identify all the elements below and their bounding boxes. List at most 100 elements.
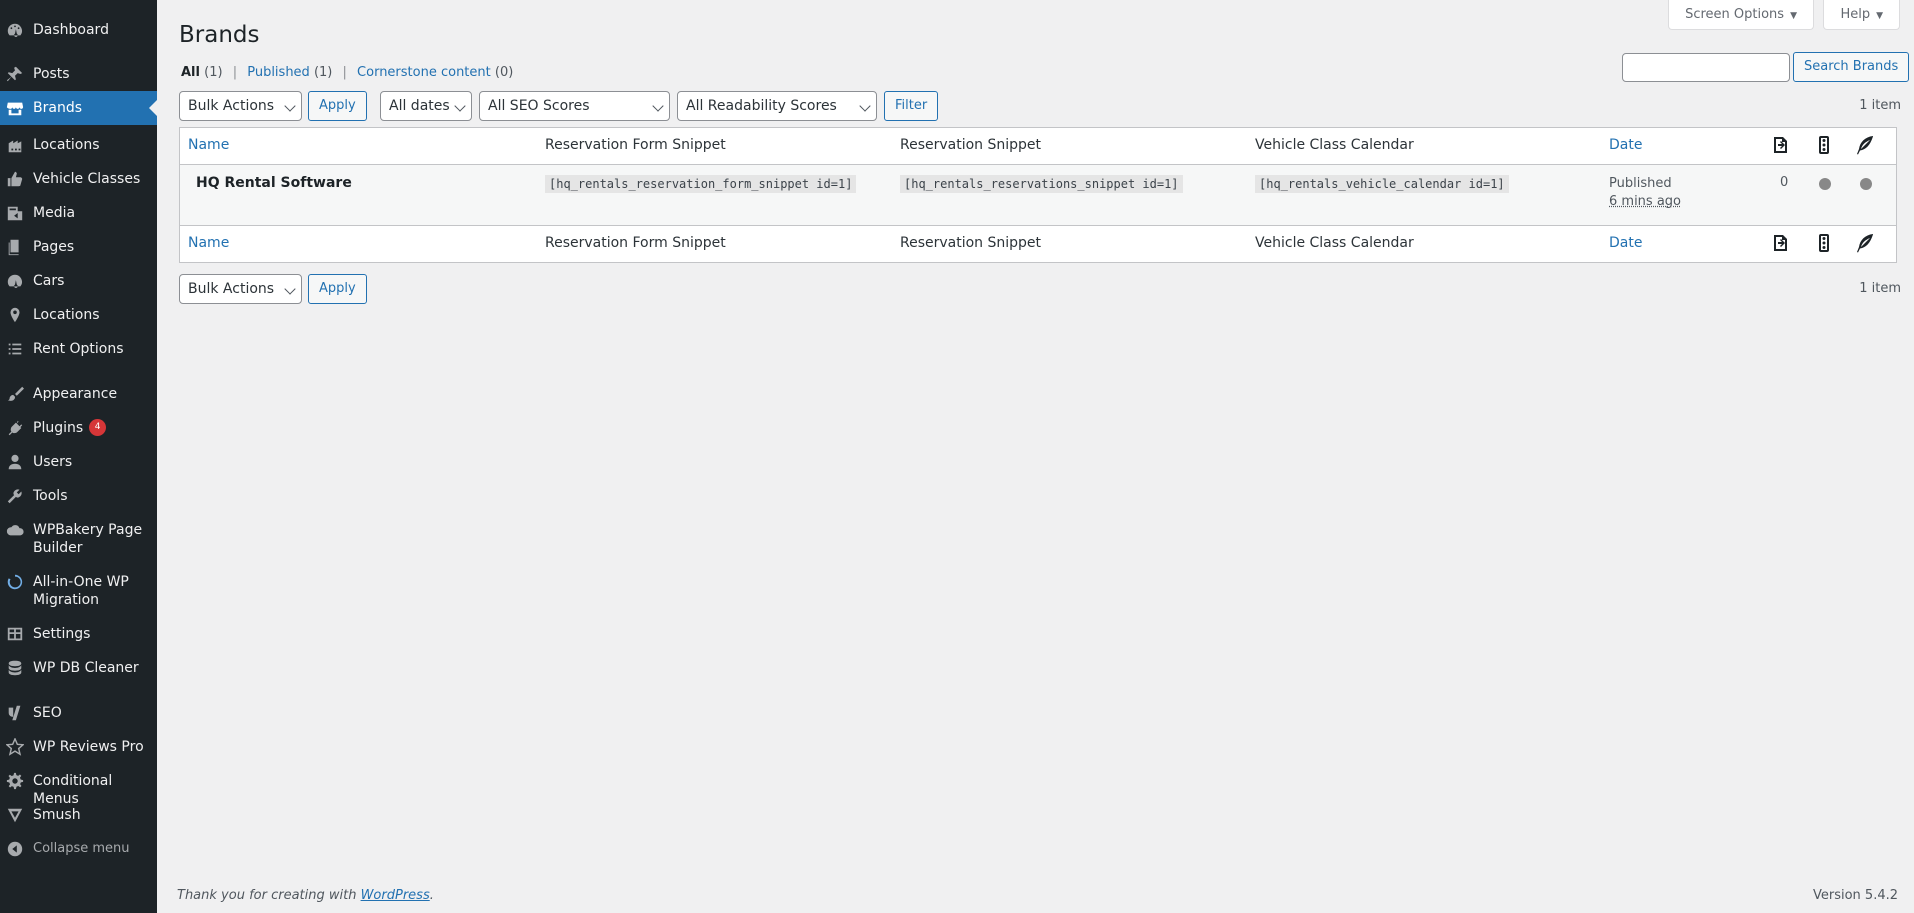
sidebar-item-label: Posts — [33, 66, 70, 82]
sidebar-item-label: Locations — [33, 137, 100, 153]
dashboard-icon — [6, 272, 24, 290]
wordpress-link[interactable]: WordPress — [361, 888, 430, 903]
reservation-shortcode: [hq_rentals_reservations_snippet id=1] — [900, 175, 1183, 193]
vehicle-calendar-shortcode: [hq_rentals_vehicle_calendar id=1] — [1255, 175, 1509, 193]
seo-score-icon[interactable] — [1814, 233, 1834, 257]
collapse-icon — [6, 840, 24, 858]
column-header-vehicle-class-calendar: Vehicle Class Calendar — [1255, 137, 1414, 153]
bulk-actions-select-bottom[interactable]: Bulk Actions — [179, 274, 302, 304]
post-status-views: All (1) | Published (1) | Cornerstone co… — [181, 65, 513, 80]
item-count: 1 item — [1859, 98, 1901, 113]
column-footer-reservation-form-snippet: Reservation Form Snippet — [545, 235, 726, 251]
screen-options-label: Screen Options — [1685, 7, 1785, 22]
apply-button[interactable]: Apply — [308, 91, 367, 121]
plug-icon — [6, 419, 24, 437]
readability-feather-icon[interactable] — [1855, 233, 1875, 257]
chevron-down-icon — [454, 100, 466, 112]
database-icon — [6, 659, 24, 677]
sidebar-item-label: SEO — [33, 705, 62, 721]
column-header-date[interactable]: Date — [1609, 137, 1642, 153]
settings-icon — [6, 625, 24, 643]
table-footer-row: Name Reservation Form Snippet Reservatio… — [180, 225, 1896, 262]
column-header-reservation-form-snippet: Reservation Form Snippet — [545, 137, 726, 153]
sidebar-item-label: Settings — [33, 626, 91, 642]
view-cornerstone-link[interactable]: Cornerstone content — [357, 65, 491, 80]
building-icon — [6, 136, 24, 154]
store-icon — [6, 99, 24, 117]
chevron-down-icon — [859, 100, 871, 112]
sidebar-item-label: Collapse menu — [33, 841, 130, 856]
view-all-link[interactable]: All — [181, 65, 200, 80]
column-footer-date[interactable]: Date — [1609, 235, 1642, 251]
seo-score-dot-icon — [1819, 178, 1831, 190]
dashboard-icon — [6, 21, 24, 39]
reservation-form-shortcode: [hq_rentals_reservation_form_snippet id=… — [545, 175, 857, 193]
view-all-count: (1) — [204, 65, 223, 80]
brands-table: Name Reservation Form Snippet Reservatio… — [179, 127, 1897, 263]
wrench-icon — [6, 487, 24, 505]
sidebar-item-label: WPBakery Page Builder — [33, 522, 143, 556]
location-pin-icon — [6, 306, 24, 324]
seo-score-value: All SEO Scores — [488, 98, 590, 114]
help-button[interactable]: Help ▼ — [1823, 0, 1900, 30]
sidebar-item-label: Plugins — [33, 420, 84, 436]
bulk-actions-select[interactable]: Bulk Actions — [179, 91, 302, 121]
sidebar-item-label: All-in-One WP Migration — [33, 574, 129, 608]
pages-icon — [6, 238, 24, 256]
search-brands-button[interactable]: Search Brands — [1793, 52, 1910, 82]
caret-down-icon: ▼ — [1790, 11, 1797, 21]
chevron-down-icon — [652, 100, 664, 112]
column-footer-reservation-snippet: Reservation Snippet — [900, 235, 1042, 251]
footer-thanks-text: Thank you for creating with — [177, 888, 361, 903]
brand-name-link[interactable]: HQ Rental Software — [196, 175, 352, 191]
view-published-count: (1) — [313, 65, 333, 80]
sidebar-item-label: Tools — [33, 488, 68, 504]
sidebar-item-label: Dashboard — [33, 22, 109, 38]
internal-links-count: 0 — [1780, 175, 1789, 190]
sidebar-item-label: Conditional Menus — [33, 773, 113, 807]
migration-icon — [6, 573, 24, 591]
view-cornerstone-count: (0) — [494, 65, 514, 80]
column-footer-name[interactable]: Name — [188, 235, 229, 251]
footer-version: Version 5.4.2 — [1812, 888, 1898, 903]
view-separator: | — [342, 65, 347, 80]
date-cell: Published 6 mins ago — [1609, 175, 1681, 211]
chevron-down-icon — [284, 100, 296, 112]
bulk-actions-value: Bulk Actions — [188, 98, 275, 114]
admin-sidebar: Dashboard Posts Brands Locations Vehicle… — [0, 0, 157, 913]
pushpin-icon — [6, 65, 24, 83]
sidebar-item-label: Cars — [33, 273, 65, 289]
column-header-name[interactable]: Name — [188, 137, 229, 153]
filter-button[interactable]: Filter — [884, 91, 939, 121]
seo-score-icon[interactable] — [1814, 135, 1834, 159]
search-input[interactable] — [1622, 53, 1790, 82]
gear-icon — [6, 772, 24, 790]
screen-options-button[interactable]: Screen Options ▼ — [1668, 0, 1814, 30]
column-footer-vehicle-class-calendar: Vehicle Class Calendar — [1255, 235, 1414, 251]
yoast-links-icon[interactable] — [1770, 233, 1790, 257]
sidebar-item-label: Brands — [33, 100, 82, 116]
help-label: Help — [1840, 7, 1871, 22]
footer-thanks-suffix: . — [429, 888, 434, 903]
yoast-icon — [6, 704, 24, 722]
sidebar-item-label: Pages — [33, 239, 75, 255]
post-date: 6 mins ago — [1609, 194, 1681, 209]
media-icon — [6, 204, 24, 222]
user-icon — [6, 453, 24, 471]
sidebar-item-label: Rent Options — [33, 341, 124, 357]
sidebar-item-label: Appearance — [33, 386, 118, 402]
view-separator: | — [232, 65, 238, 80]
apply-button-bottom[interactable]: Apply — [308, 274, 367, 304]
cloud-icon — [6, 521, 24, 539]
table-row: HQ Rental Software [hq_rentals_reservati… — [180, 165, 1896, 225]
readability-filter-select[interactable]: All Readability Scores — [677, 91, 877, 121]
readability-feather-icon[interactable] — [1855, 135, 1875, 159]
brush-icon — [6, 385, 24, 403]
smush-icon — [6, 806, 24, 824]
yoast-links-icon[interactable] — [1770, 135, 1790, 159]
seo-score-filter-select[interactable]: All SEO Scores — [479, 91, 670, 121]
date-filter-select[interactable]: All dates — [380, 91, 472, 121]
footer-thanks: Thank you for creating with WordPress. — [177, 888, 434, 903]
sidebar-item-brands[interactable]: Brands — [0, 91, 157, 125]
view-published-link[interactable]: Published — [247, 65, 310, 80]
